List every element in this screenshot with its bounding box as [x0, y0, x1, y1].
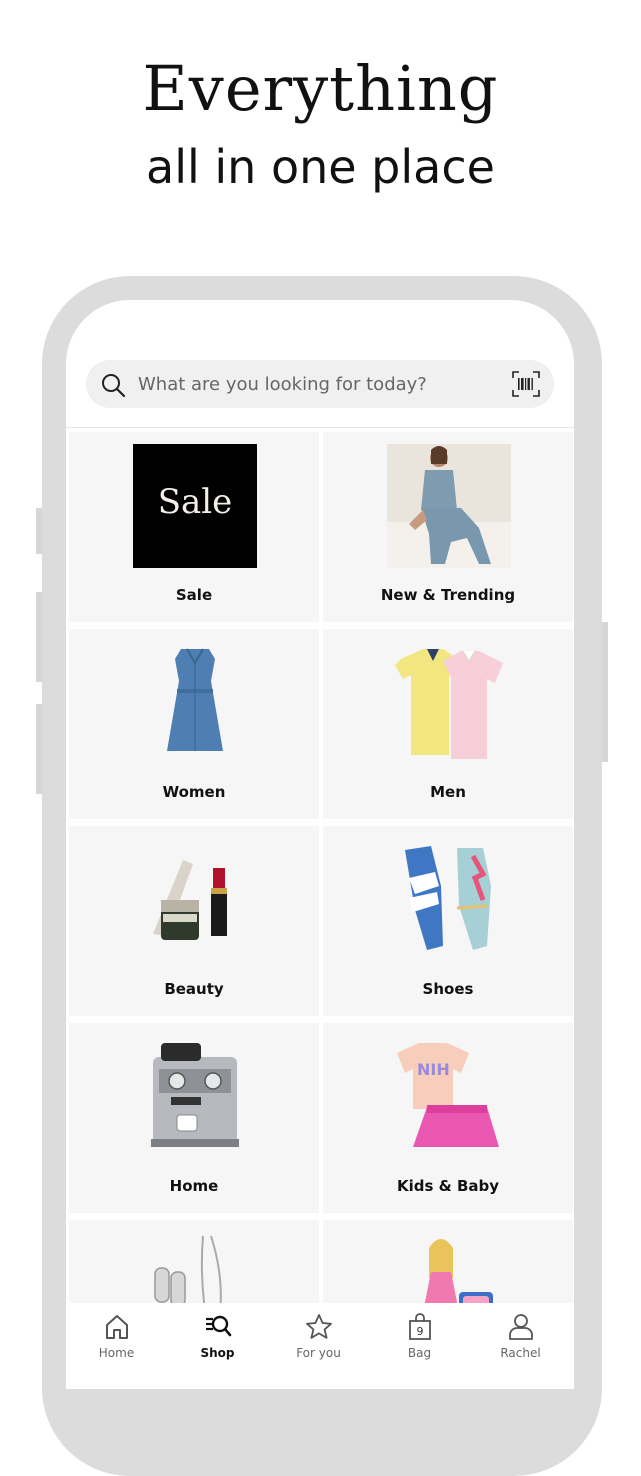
tab-label: Home — [98, 1346, 135, 1360]
hero-subtitle: all in one place — [146, 140, 495, 194]
tab-bag[interactable]: 9 Bag — [369, 1303, 470, 1389]
shoes-thumbnail — [405, 846, 491, 950]
shop-search-icon — [206, 1315, 232, 1337]
category-tile-kids-baby[interactable]: NIH Kids & Baby — [323, 1023, 573, 1213]
home-icon — [106, 1315, 128, 1339]
beauty-products-thumbnail — [153, 860, 227, 940]
men-shirts-thumbnail — [395, 649, 503, 759]
category-label: New & Trending — [380, 586, 516, 604]
bottom-tab-bar: Home Shop For you 9 Bag Rachel — [66, 1303, 574, 1389]
category-label: Shoes — [422, 980, 474, 998]
search-bar[interactable] — [86, 360, 554, 408]
category-tile-shoes[interactable]: Shoes — [323, 826, 573, 1016]
divider — [66, 427, 574, 428]
kids-clothing-thumbnail: NIH — [397, 1043, 499, 1147]
star-icon — [306, 1314, 332, 1339]
phone-side-button — [36, 704, 42, 794]
category-label: Women — [162, 783, 226, 801]
category-label: Home — [169, 1177, 219, 1195]
category-tile-women[interactable]: Women — [69, 629, 319, 819]
category-tile-beauty[interactable]: Beauty — [69, 826, 319, 1016]
category-label: Beauty — [164, 980, 224, 998]
search-input[interactable] — [138, 360, 498, 408]
phone-side-button — [36, 508, 42, 554]
category-label: Kids & Baby — [396, 1177, 500, 1195]
tab-label: Shop — [200, 1346, 235, 1360]
person-icon — [509, 1314, 533, 1340]
tab-home[interactable]: Home — [66, 1303, 167, 1389]
bag-count-badge: 9 — [416, 1325, 424, 1338]
women-dress-thumbnail — [167, 648, 223, 751]
barcode-scan-icon[interactable] — [512, 371, 540, 397]
tab-label: Rachel — [500, 1346, 541, 1360]
category-tile-home[interactable]: Home — [69, 1023, 319, 1213]
new-trending-thumbnail — [387, 444, 511, 568]
phone-power-button — [602, 622, 608, 762]
category-tile-new-trending[interactable]: New & Trending — [323, 432, 573, 622]
category-label: Men — [430, 783, 466, 801]
sale-thumbnail-text: Sale — [157, 482, 233, 522]
category-tile-sale[interactable]: Sale Sale — [69, 432, 319, 622]
svg-text:NIH: NIH — [417, 1060, 450, 1079]
tab-for-you[interactable]: For you — [268, 1303, 369, 1389]
tab-shop[interactable]: Shop — [167, 1303, 268, 1389]
tab-label: For you — [296, 1346, 341, 1360]
app-screen: Sale Sale New & Trending — [66, 300, 574, 1389]
hero-title: Everything — [142, 52, 499, 125]
search-icon — [102, 374, 126, 398]
sale-thumbnail: Sale — [133, 444, 257, 568]
phone-side-button — [36, 592, 42, 682]
espresso-machine-thumbnail — [151, 1043, 239, 1147]
tab-label: Bag — [407, 1346, 432, 1360]
tab-profile[interactable]: Rachel — [470, 1303, 571, 1389]
category-label: Sale — [175, 586, 213, 604]
category-tile-men[interactable]: Men — [323, 629, 573, 819]
